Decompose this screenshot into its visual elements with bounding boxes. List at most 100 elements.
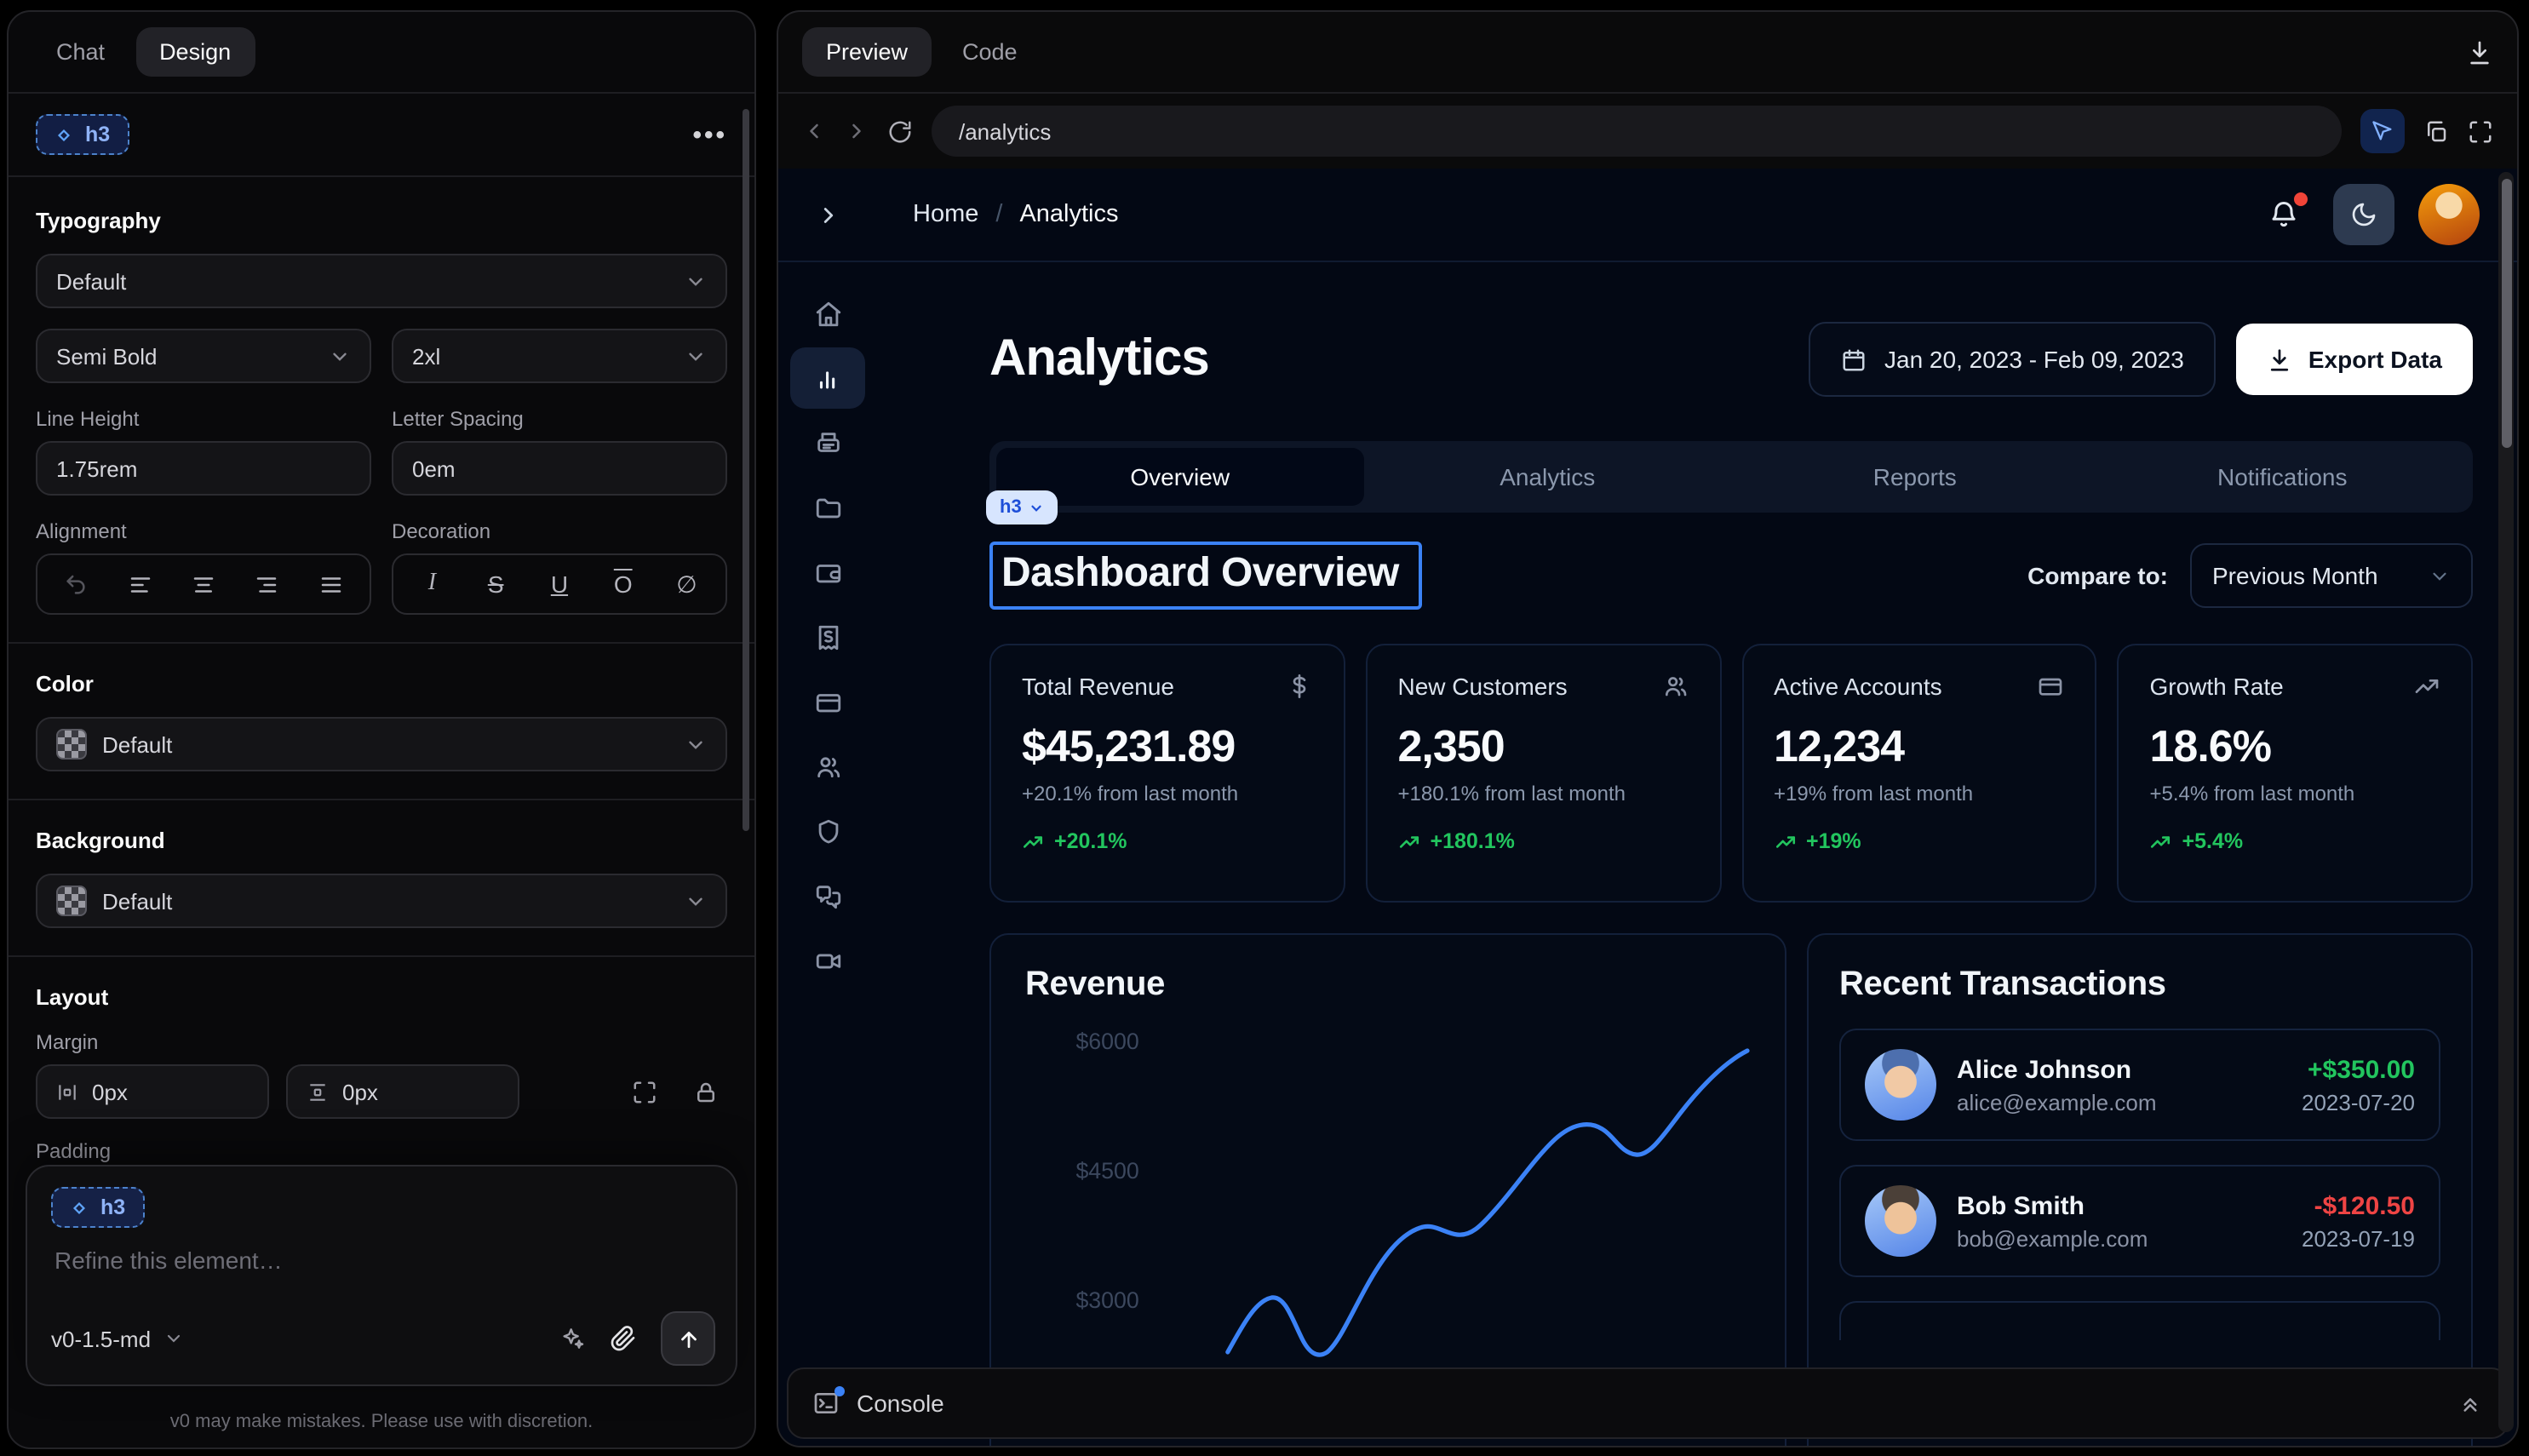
sparkles-icon[interactable] [559, 1325, 586, 1352]
chevrons-up-icon[interactable] [2457, 1390, 2483, 1416]
console-bar[interactable]: Console [787, 1367, 2509, 1439]
margin-x-input[interactable]: 0px [36, 1064, 269, 1119]
select-element-pointer-icon[interactable] [2360, 109, 2405, 153]
dashboard-content: Analytics Jan 20, 2023 - Feb 09, 2023 Ex… [989, 261, 2473, 1446]
alignment-label: Alignment [36, 519, 371, 543]
element-chip-h3[interactable]: h3 [36, 114, 129, 155]
forward-icon[interactable] [845, 119, 869, 143]
tab-code[interactable]: Code [938, 27, 1041, 77]
url-field[interactable] [932, 106, 2342, 157]
trending-up-icon [1022, 830, 1044, 852]
dollar-sign-icon [1286, 673, 1313, 700]
sidebar-home-icon[interactable] [790, 283, 865, 344]
export-data-button[interactable]: Export Data [2237, 324, 2473, 395]
diamond-icon [70, 1198, 89, 1217]
transaction-row-partial [1839, 1301, 2440, 1340]
align-left-icon[interactable] [127, 571, 152, 597]
background-swatch [56, 886, 87, 916]
overline-icon[interactable]: O [608, 570, 639, 598]
sidebar-invoices-icon[interactable] [790, 412, 865, 473]
margin-vertical-icon [307, 1081, 329, 1103]
margin-row: 0px 0px [36, 1064, 727, 1119]
background-select[interactable]: Default [36, 874, 727, 928]
selection-tag-chip[interactable]: h3 [986, 490, 1058, 525]
notifications-bell-icon[interactable] [2268, 199, 2299, 230]
tab-reports[interactable]: Reports [1731, 448, 2099, 506]
tab-notifications[interactable]: Notifications [2099, 448, 2467, 506]
arrow-up-icon [675, 1326, 701, 1351]
paperclip-icon[interactable] [610, 1325, 637, 1352]
line-height-input[interactable]: 1.75rem [36, 441, 371, 496]
credit-card-icon [2038, 673, 2065, 700]
fullscreen-icon[interactable] [2468, 118, 2493, 144]
font-size-select[interactable]: 2xl [392, 329, 727, 383]
underline-icon[interactable]: U [544, 570, 575, 598]
tab-design[interactable]: Design [135, 27, 255, 77]
strikethrough-icon[interactable]: S [480, 570, 511, 598]
font-family-select[interactable]: Default [36, 254, 727, 308]
align-right-icon[interactable] [255, 571, 280, 597]
sidebar-folder-icon[interactable] [790, 477, 865, 538]
composer-element-chip[interactable]: h3 [51, 1187, 144, 1228]
dark-mode-toggle[interactable] [2333, 184, 2394, 245]
more-options-icon[interactable]: ••• [692, 120, 727, 149]
revenue-chart-title: Revenue [1025, 966, 1751, 1005]
stat-cards: Total Revenue $45,231.89 +20.1% from las… [989, 644, 2473, 903]
date-range-picker[interactable]: Jan 20, 2023 - Feb 09, 2023 [1808, 322, 2216, 397]
color-select[interactable]: Default [36, 717, 727, 771]
transactions-title: Recent Transactions [1839, 966, 2440, 1005]
user-avatar[interactable] [2418, 184, 2480, 245]
design-panel: Chat Design h3 ••• Typography Default Se… [7, 10, 756, 1449]
margin-y-input[interactable]: 0px [286, 1064, 519, 1119]
preview-scrollbar[interactable] [2498, 172, 2514, 1432]
refresh-icon[interactable] [887, 118, 913, 144]
sidebar-users-icon[interactable] [790, 736, 865, 797]
lock-margin-icon[interactable] [683, 1069, 727, 1114]
selected-heading-outline[interactable]: Dashboard Overview [989, 542, 1423, 610]
sidebar-messages-icon[interactable] [790, 865, 865, 926]
decoration-label: Decoration [392, 519, 727, 543]
expand-margin-icon[interactable] [622, 1069, 666, 1114]
tab-chat[interactable]: Chat [32, 27, 129, 77]
submit-button[interactable] [661, 1311, 715, 1366]
section-title: Dashboard Overview [1001, 550, 1399, 596]
scrollbar-thumb[interactable] [2501, 179, 2511, 448]
sidebar-shield-icon[interactable] [790, 800, 865, 862]
sidebar-wallet-icon[interactable] [790, 542, 865, 603]
chevron-down-icon [2429, 565, 2451, 587]
sidebar-credit-card-icon[interactable] [790, 671, 865, 732]
refine-composer: h3 v0-1.5-md [26, 1165, 737, 1386]
refine-input[interactable] [51, 1245, 719, 1275]
transaction-row[interactable]: Bob Smith bob@example.com -$120.50 2023-… [1839, 1165, 2440, 1277]
calendar-icon [1840, 347, 1866, 372]
copy-icon[interactable] [2423, 118, 2449, 144]
breadcrumb-home[interactable]: Home [913, 201, 978, 228]
font-weight-select[interactable]: Semi Bold [36, 329, 371, 383]
sidebar-analytics-icon[interactable] [790, 347, 865, 409]
transaction-amount: +$350.00 [2302, 1055, 2415, 1084]
download-icon[interactable] [2466, 38, 2493, 66]
compare-select[interactable]: Previous Month [2190, 543, 2473, 608]
sidebar-receipt-icon[interactable] [790, 606, 865, 668]
avatar [1865, 1185, 1936, 1257]
url-input[interactable] [955, 117, 2318, 146]
breadcrumb: Home / Analytics [913, 201, 1119, 228]
tab-preview[interactable]: Preview [802, 27, 932, 77]
tab-analytics[interactable]: Analytics [1364, 448, 1732, 506]
align-center-icon[interactable] [191, 571, 216, 597]
panel-scrollbar[interactable] [743, 109, 749, 831]
align-justify-icon[interactable] [318, 571, 344, 597]
no-decoration-icon[interactable]: ∅ [672, 570, 702, 599]
transaction-row[interactable]: Alice Johnson alice@example.com +$350.00… [1839, 1029, 2440, 1141]
sidebar-toggle-icon[interactable] [816, 202, 841, 227]
model-select[interactable]: v0-1.5-md [51, 1326, 183, 1351]
undo-icon[interactable] [63, 571, 89, 597]
browser-bar [778, 94, 2517, 170]
moon-icon [2350, 201, 2377, 228]
letter-spacing-input[interactable]: 0em [392, 441, 727, 496]
italic-icon[interactable]: I [416, 570, 447, 598]
divider [9, 642, 754, 644]
back-icon[interactable] [802, 119, 826, 143]
sidebar-video-icon[interactable] [790, 930, 865, 991]
chevron-down-icon [685, 270, 707, 292]
